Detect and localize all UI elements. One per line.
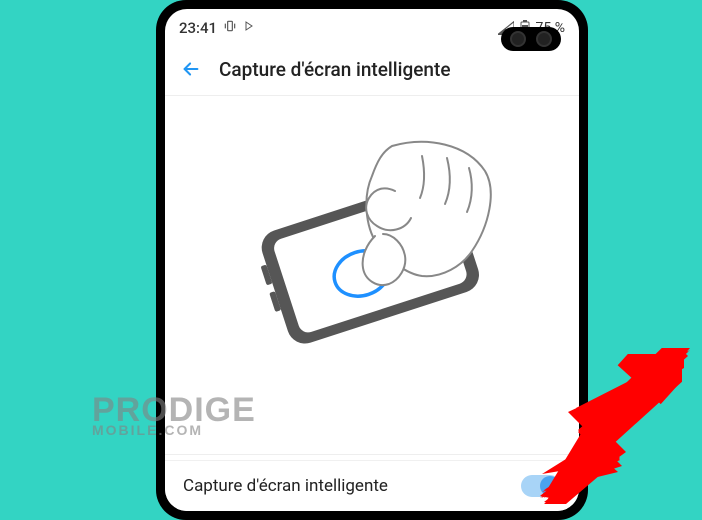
toggle-knob: [540, 476, 560, 496]
divider: [165, 454, 579, 455]
vibrate-icon: [223, 19, 237, 37]
camera-cutout: [501, 27, 561, 51]
back-button[interactable]: [179, 57, 203, 81]
phone-frame: 23:41 75 % Capture d'écran intelligente: [156, 0, 588, 520]
setting-label: Capture d'écran intelligente: [183, 476, 388, 496]
gesture-illustration: [165, 96, 579, 396]
status-time: 23:41: [179, 19, 217, 37]
setting-row[interactable]: Capture d'écran intelligente: [165, 460, 579, 511]
app-header: Capture d'écran intelligente: [165, 47, 579, 96]
phone-screen: 23:41 75 % Capture d'écran intelligente: [165, 9, 579, 511]
page-title: Capture d'écran intelligente: [219, 58, 451, 81]
smart-screenshot-toggle[interactable]: [521, 475, 561, 497]
play-icon: [243, 20, 255, 36]
